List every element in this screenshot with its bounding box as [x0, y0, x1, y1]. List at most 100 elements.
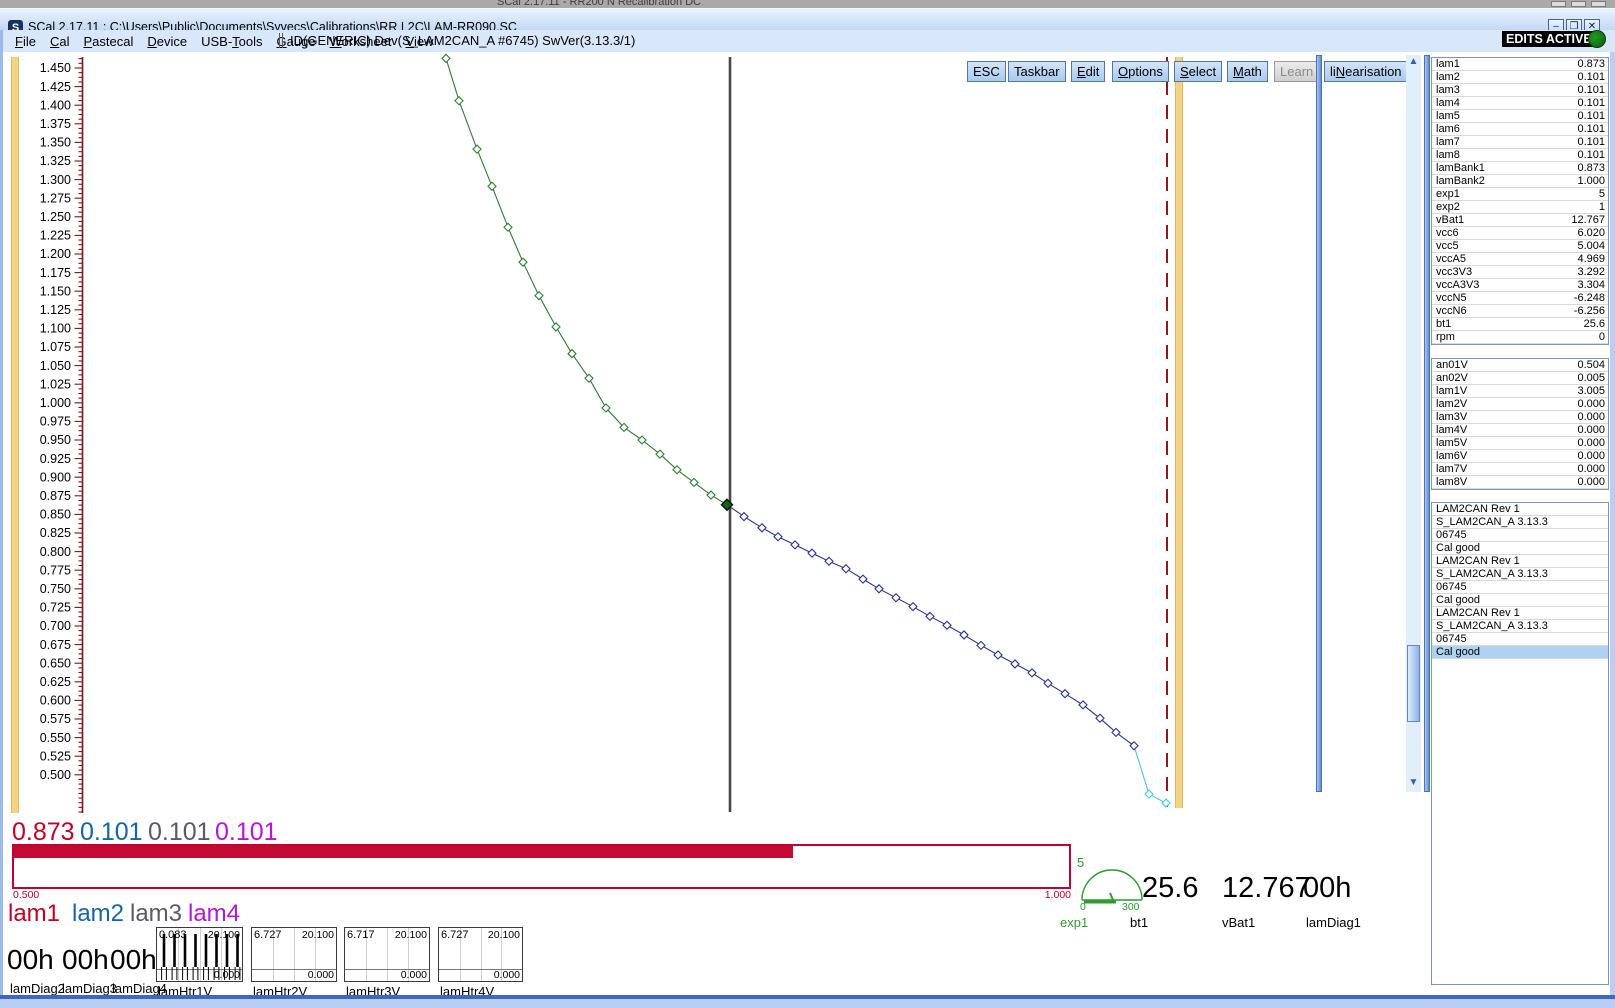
toolbar-button-esc[interactable]: ESC — [967, 61, 1006, 82]
device-log-row[interactable]: 06745 — [1432, 529, 1608, 542]
y-tick-label: 1.450 — [40, 61, 71, 75]
y-tick-label: 1.200 — [40, 247, 71, 261]
monitor2-row[interactable]: lam4V0.000 — [1432, 424, 1608, 437]
y-tick-label: 0.925 — [40, 452, 71, 466]
monitor1-row[interactable]: lam30.101 — [1432, 84, 1608, 97]
monitor1-row[interactable]: lam10.873 — [1432, 58, 1608, 71]
param-label: vcc5 — [1436, 240, 1459, 252]
param-value: 0.101 — [1577, 97, 1605, 109]
lam-value-4: 0.101 — [215, 818, 278, 847]
readout-bt1: 25.6 — [1142, 872, 1198, 905]
window-border-left — [0, 30, 3, 997]
param-value: 0.000 — [1577, 463, 1605, 475]
device-log-row[interactable]: 06745 — [1432, 633, 1608, 646]
y-tick-label: 1.125 — [40, 303, 71, 317]
y-tick-label: 1.000 — [40, 396, 71, 410]
monitor2-row[interactable]: lam7V0.000 — [1432, 463, 1608, 476]
device-log-row[interactable]: Cal good — [1432, 646, 1608, 659]
device-log-row[interactable]: LAM2CAN Rev 1 — [1432, 555, 1608, 568]
monitor1-row[interactable]: lam70.101 — [1432, 136, 1608, 149]
y-tick-label: 1.350 — [40, 136, 71, 150]
y-tick-label: 0.800 — [40, 545, 71, 559]
monitor2-row[interactable]: an01V0.504 — [1432, 359, 1608, 372]
device-log-row[interactable]: S_LAM2CAN_A 3.13.3 — [1432, 568, 1608, 581]
y-tick-label: 1.300 — [40, 173, 71, 187]
monitor1-row[interactable]: vBat112.767 — [1432, 214, 1608, 227]
param-value: 1.000 — [1577, 175, 1605, 187]
readout-vBat1: 12.767 — [1222, 872, 1311, 905]
param-value: -6.248 — [1574, 292, 1605, 304]
monitor1-row[interactable]: exp21 — [1432, 201, 1608, 214]
toolbar-button-math[interactable]: Math — [1227, 61, 1268, 82]
param-value: 0.000 — [1577, 476, 1605, 488]
device-log-row[interactable]: LAM2CAN Rev 1 — [1432, 607, 1608, 620]
device-log-row[interactable]: S_LAM2CAN_A 3.13.3 — [1432, 620, 1608, 633]
monitor2-row[interactable]: lam8V0.000 — [1432, 476, 1608, 489]
param-value: -6.256 — [1574, 305, 1605, 317]
monitor2-row[interactable]: lam2V0.000 — [1432, 398, 1608, 411]
device-log-row[interactable]: Cal good — [1432, 594, 1608, 607]
param-value: 0.101 — [1577, 110, 1605, 122]
monitor1-row[interactable]: rpm0 — [1432, 331, 1608, 344]
monitor1-row[interactable]: vccA54.969 — [1432, 253, 1608, 266]
toolbar-button-linearisation[interactable]: liNearisation — [1324, 61, 1408, 82]
toolbar-button-learn: Learn — [1274, 61, 1319, 82]
y-tick-label: 1.225 — [40, 229, 71, 243]
monitor1-row[interactable]: vccN5-6.248 — [1432, 292, 1608, 305]
monitor2-row[interactable]: an02V 0.005 — [1432, 372, 1608, 385]
monitor1-row[interactable]: exp15 — [1432, 188, 1608, 201]
y-tick-label: 0.875 — [40, 489, 71, 503]
device-log-row[interactable]: S_LAM2CAN_A 3.13.3 — [1432, 516, 1608, 529]
toolbar-button-select[interactable]: Select — [1174, 61, 1222, 82]
scroll-down-icon[interactable]: ▼ — [1406, 777, 1421, 788]
monitor1-row[interactable]: lam60.101 — [1432, 123, 1608, 136]
heater-gauge-2: 6.72720.1000.000 — [251, 927, 337, 982]
scroll-up-icon[interactable]: ▲ — [1406, 56, 1421, 67]
param-label: lam7 — [1436, 136, 1460, 148]
param-label: vccA3V3 — [1436, 279, 1479, 291]
monitor2-row[interactable]: lam6V0.000 — [1432, 450, 1608, 463]
monitor1-row[interactable]: vcc66.020 — [1432, 227, 1608, 240]
param-value: 25.6 — [1584, 318, 1605, 330]
monitor1-row[interactable]: bt125.6 — [1432, 318, 1608, 331]
monitor1-row[interactable]: vcc55.004 — [1432, 240, 1608, 253]
param-label: lam4 — [1436, 97, 1460, 109]
toolbar-button-taskbar[interactable]: Taskbar — [1008, 61, 1066, 82]
monitor1-row[interactable]: lam4 0.101 — [1432, 97, 1608, 110]
monitor1-row[interactable]: vccN6-6.256 — [1432, 305, 1608, 318]
monitor1-row[interactable]: lam20.101 — [1432, 71, 1608, 84]
y-tick-label: 0.950 — [40, 433, 71, 447]
monitor2-row[interactable]: lam1V3.005 — [1432, 385, 1608, 398]
param-value: 0.005 — [1577, 372, 1605, 384]
monitor1-row[interactable]: lam5 0.101 — [1432, 110, 1608, 123]
monitor1-row[interactable]: lamBank10.873 — [1432, 162, 1608, 175]
y-tick-label: 0.525 — [40, 749, 71, 763]
param-value: 0.000 — [1577, 450, 1605, 462]
param-value: 0.101 — [1577, 71, 1605, 83]
monitor2-row[interactable]: lam3V0.000 — [1432, 411, 1608, 424]
toolbar-button-edit[interactable]: Edit — [1071, 61, 1105, 82]
monitor-list-2: an01V0.504an02V 0.005lam1V3.005lam2V0.000… — [1431, 358, 1609, 490]
param-label: an02V — [1436, 372, 1468, 384]
diag-value-2: 00h — [7, 944, 54, 976]
y-tick-label: 1.325 — [40, 154, 71, 168]
device-log-row[interactable]: LAM2CAN Rev 1 — [1432, 503, 1608, 516]
param-value: 0.101 — [1577, 149, 1605, 161]
param-value: 0.504 — [1577, 359, 1605, 371]
y-tick-label: 1.150 — [40, 284, 71, 298]
panel-divider-bar-2[interactable] — [1424, 55, 1430, 792]
panel-divider-bar[interactable] — [1316, 55, 1322, 792]
param-label: lam5 — [1436, 110, 1460, 122]
toolbar-button-options[interactable]: Options — [1112, 61, 1169, 82]
monitor1-row[interactable]: vccA3V33.304 — [1432, 279, 1608, 292]
device-log-row[interactable]: 06745 — [1432, 581, 1608, 594]
monitor2-row[interactable]: lam5V0.000 — [1432, 437, 1608, 450]
param-label: vBat1 — [1436, 214, 1464, 226]
bar-max-label: 1.000 — [1045, 889, 1071, 901]
param-label: exp2 — [1436, 201, 1460, 213]
monitor1-row[interactable]: lamBank21.000 — [1432, 175, 1608, 188]
monitor1-row[interactable]: lam80.101 — [1432, 149, 1608, 162]
monitor1-row[interactable]: vcc3V33.292 — [1432, 266, 1608, 279]
device-log-row[interactable]: Cal good — [1432, 542, 1608, 555]
scrollbar-thumb[interactable] — [1407, 645, 1420, 722]
